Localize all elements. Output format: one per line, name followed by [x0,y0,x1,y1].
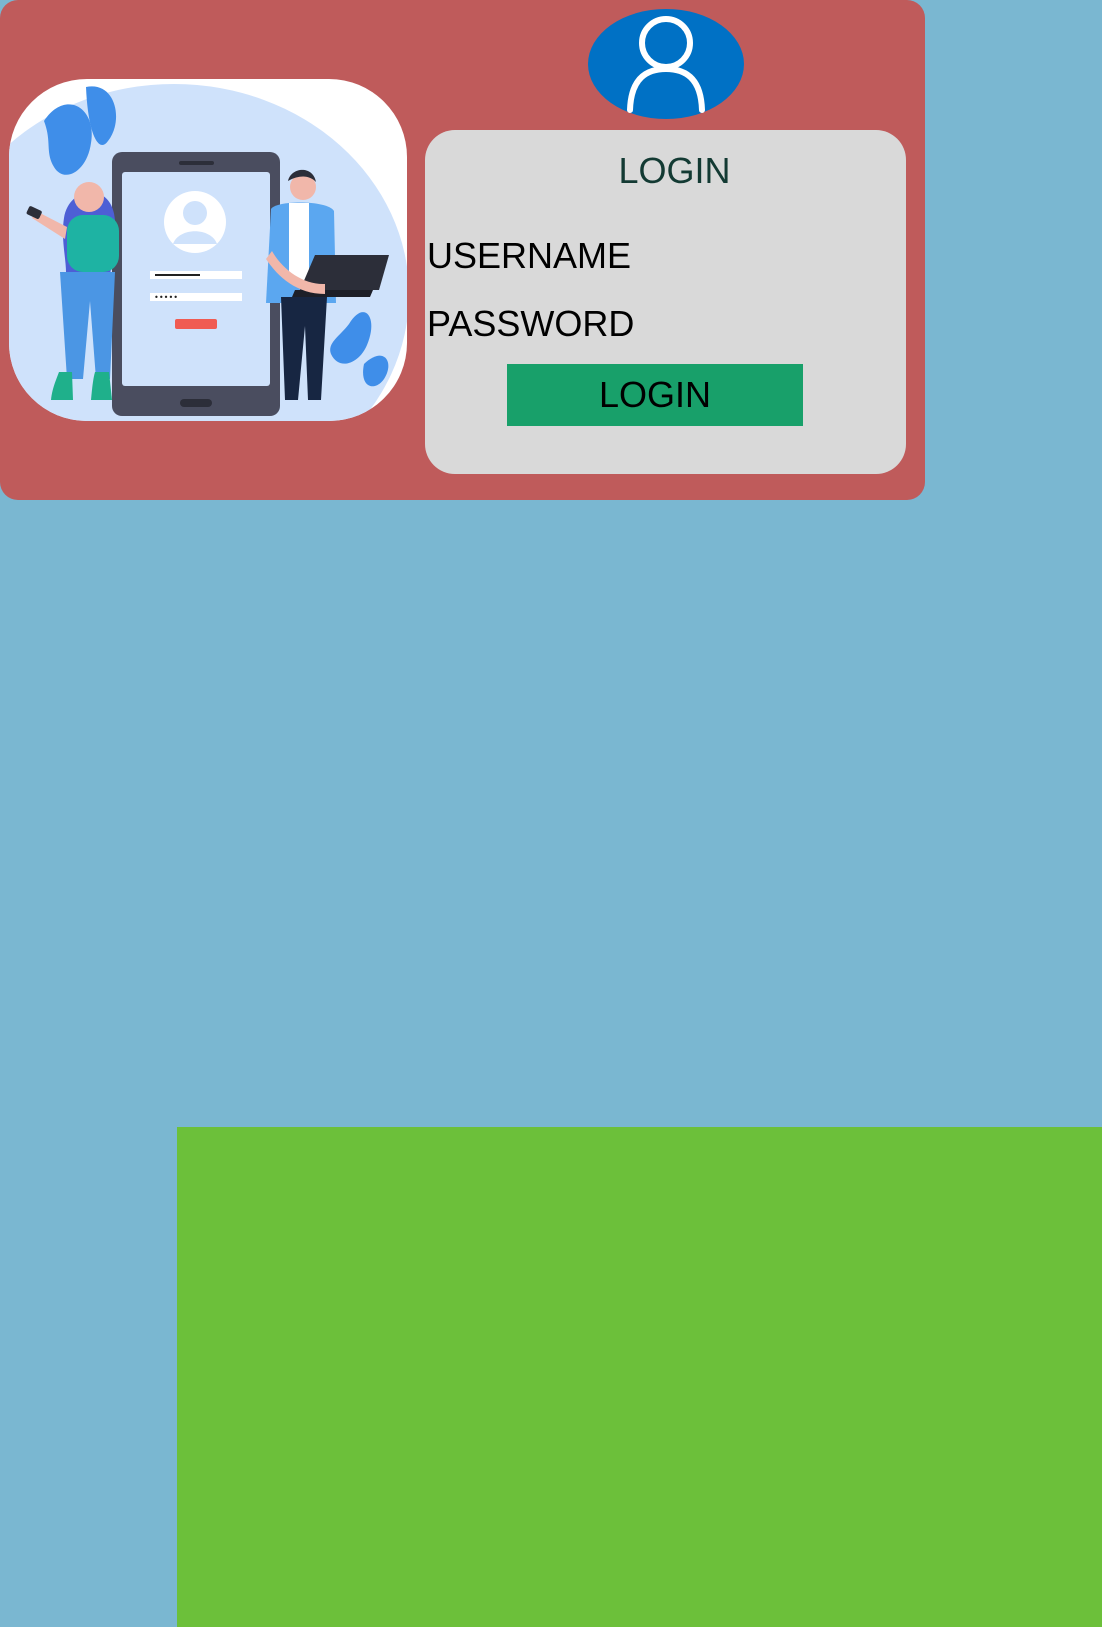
password-label: PASSWORD [427,303,635,344]
mobile-login-illustration: ••••• [9,79,407,421]
login-button[interactable]: LOGIN [507,364,803,426]
user-avatar-icon [588,9,744,119]
svg-text:•••••: ••••• [154,293,178,302]
login-title: LOGIN [618,150,731,191]
login-form-panel: LOGIN USERNAME PASSWORD LOGIN [425,130,906,474]
login-card: ••••• LOGIN USERNAME PASSWORD LOGIN [0,0,925,500]
green-content-panel [177,1127,1102,1627]
username-label: USERNAME [427,235,632,276]
